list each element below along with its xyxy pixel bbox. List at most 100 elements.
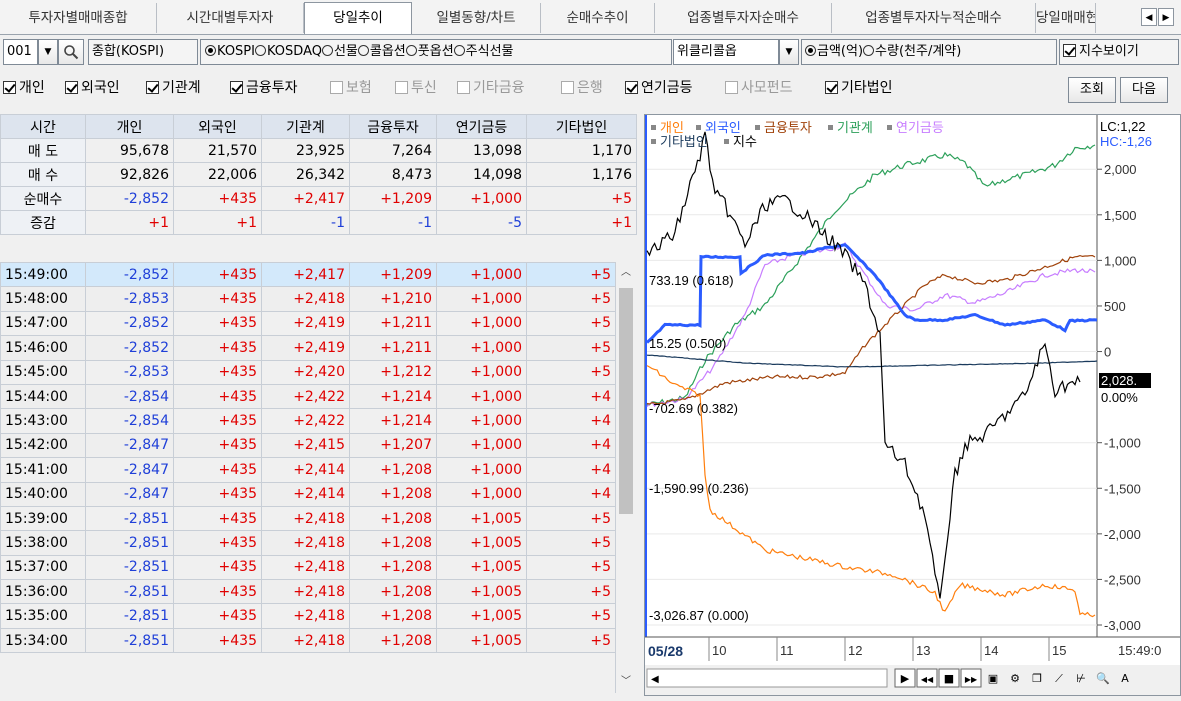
filter-label: 기타법인: [841, 80, 893, 96]
summary-header-cell: 기관계: [261, 114, 350, 139]
tab-2[interactable]: 시간대별투자자: [157, 3, 304, 33]
filter-1[interactable]: 개인: [3, 77, 45, 99]
trend-chart[interactable]: 2,000 1,500 1,000 500 0 -1,000 -1,500 -2,000 -2,…: [644, 114, 1181, 696]
checkbox-icon: [457, 81, 470, 94]
summary-cell: +1,000: [436, 186, 527, 211]
tab-label: 업종별투자자순매수: [687, 10, 799, 26]
weekly-call-dropdown[interactable]: ▼: [779, 39, 799, 65]
value-cell: +1,208: [349, 481, 437, 507]
market-radio-label: 콜옵션: [369, 44, 406, 59]
code-input[interactable]: 001: [3, 39, 38, 65]
table-row[interactable]: 15:39:00 -2,851 +435 +2,418 +1,208 +1,005 +5: [0, 505, 616, 532]
table-row[interactable]: 15:35:00 -2,851 +435 +2,418 +1,208 +1,005 +5: [0, 603, 616, 629]
y-tick-label: 1,500: [1104, 208, 1137, 223]
market-radio-0[interactable]: KOSPI: [205, 44, 255, 59]
table-row[interactable]: 15:42:00 -2,847 +435 +2,415 +1,207 +1,000 +4: [0, 432, 616, 459]
table-row[interactable]: 15:47:00 -2,852 +435 +2,419 +1,211 +1,000 +5: [0, 310, 616, 337]
y-tick-label: 500: [1104, 299, 1126, 314]
query-button[interactable]: 조회: [1068, 77, 1116, 103]
checkbox-icon: [1063, 44, 1076, 57]
filter-6[interactable]: 투신: [395, 77, 437, 99]
tab-1[interactable]: 투자자별매매종합: [0, 3, 157, 33]
value-cell: +2,419: [261, 310, 350, 337]
market-radio-5[interactable]: 주식선물: [453, 44, 514, 59]
filter-2[interactable]: 외국인: [65, 77, 120, 99]
value-cell: -2,854: [85, 383, 174, 410]
table-row[interactable]: 15:41:00 -2,847 +435 +2,414 +1,208 +1,000 +4: [0, 457, 616, 483]
filter-11[interactable]: 기타법인: [825, 77, 893, 99]
value-cell: -2,851: [85, 579, 174, 605]
table-row[interactable]: 15:49:00 -2,852 +435 +2,417 +1,209 +1,000 +5: [0, 261, 616, 288]
value-cell: +5: [526, 261, 616, 288]
tab-5[interactable]: 순매수추이: [541, 3, 655, 33]
value-cell: +2,418: [261, 554, 350, 581]
filter-10[interactable]: 사모펀드: [725, 77, 793, 99]
scroll-thumb[interactable]: [619, 288, 633, 514]
value-cell: +2,415: [261, 432, 350, 459]
table-row[interactable]: 15:38:00 -2,851 +435 +2,418 +1,208 +1,005 +5: [0, 530, 616, 556]
tab-6[interactable]: 업종별투자자순매수: [655, 3, 832, 33]
time-cell: 15:46:00: [0, 335, 86, 361]
scroll-up-arrow[interactable]: ︿: [616, 264, 636, 282]
value-cell: +4: [526, 481, 616, 507]
checkbox-icon: [3, 81, 16, 94]
table-row[interactable]: 15:40:00 -2,847 +435 +2,414 +1,208 +1,000 +4: [0, 481, 616, 507]
tab-3[interactable]: 당일추이: [304, 2, 412, 34]
weekly-call-select[interactable]: 위클리콜옵: [673, 39, 779, 65]
market-radio-4[interactable]: 풋옵션: [405, 44, 454, 59]
market-radio-2[interactable]: 선물: [321, 44, 358, 59]
table-row[interactable]: 15:37:00 -2,851 +435 +2,418 +1,208 +1,005 +5: [0, 554, 616, 581]
table-row[interactable]: 15:48:00 -2,853 +435 +2,418 +1,210 +1,000 +5: [0, 286, 616, 312]
next-button[interactable]: 다음: [1120, 77, 1168, 103]
time-cell: 15:40:00: [0, 481, 86, 507]
value-cell: +1,000: [436, 457, 527, 483]
value-cell: -2,853: [85, 286, 174, 312]
tab-scroll-left[interactable]: ◀: [1141, 8, 1157, 26]
table-scrollbar[interactable]: ︿ ﹀: [615, 262, 636, 693]
checkbox-icon: [330, 81, 343, 94]
summary-cell: +1: [526, 210, 637, 235]
value-cell: +1,208: [349, 554, 437, 581]
filter-4[interactable]: 금융투자: [230, 77, 298, 99]
radio-icon: [205, 45, 216, 56]
tab-label: 순매수추이: [566, 10, 629, 26]
scroll-down-arrow[interactable]: ﹀: [616, 673, 636, 691]
table-row[interactable]: 15:44:00 -2,854 +435 +2,422 +1,214 +1,000 +4: [0, 383, 616, 410]
market-name: 종합(KOSPI): [92, 44, 165, 59]
filter-7[interactable]: 기타금융: [457, 77, 525, 99]
table-row[interactable]: 15:43:00 -2,854 +435 +2,422 +1,214 +1,000 +4: [0, 408, 616, 434]
tab-7[interactable]: 업종별투자자누적순매수: [832, 3, 1036, 33]
value-cell: +1,000: [436, 408, 527, 434]
filter-label: 금융투자: [246, 80, 298, 96]
table-row[interactable]: 15:36:00 -2,851 +435 +2,418 +1,208 +1,005 +5: [0, 579, 616, 605]
tab-8[interactable]: 당일매매현: [1036, 3, 1096, 33]
market-radio-1[interactable]: KOSDAQ: [254, 44, 322, 59]
code-dropdown-button[interactable]: ▼: [38, 39, 58, 65]
filter-8[interactable]: 은행: [561, 77, 603, 99]
filter-5[interactable]: 보험: [330, 77, 372, 99]
search-button[interactable]: [58, 39, 84, 65]
market-radio-3[interactable]: 콜옵션: [357, 44, 406, 59]
filter-3[interactable]: 기관계: [146, 77, 201, 99]
value-cell: +435: [173, 505, 262, 532]
tab-4[interactable]: 일별동향/차트: [412, 3, 541, 33]
search-icon: [64, 45, 79, 60]
summary-cell: +1: [85, 210, 174, 235]
unit-radio-1[interactable]: 수량(천주/계약): [863, 44, 961, 59]
show-index-checkbox[interactable]: 지수보이기: [1059, 39, 1179, 65]
filter-9[interactable]: 연기금등: [625, 77, 693, 99]
filter-label: 사모펀드: [741, 80, 793, 96]
table-row[interactable]: 15:34:00 -2,851 +435 +2,418 +1,208 +1,005 +5: [0, 627, 616, 654]
value-cell: +1,211: [349, 310, 437, 337]
unit-radio-0[interactable]: 금액(억): [805, 44, 863, 59]
tab-scroll-right[interactable]: ▶: [1158, 8, 1174, 26]
line-icon: ⟋: [1055, 672, 1063, 685]
zoom-icon: 🔍: [1096, 671, 1110, 685]
value-cell: -2,853: [85, 359, 174, 385]
hscroll-left-arrow[interactable]: ◀: [651, 674, 659, 685]
table-row[interactable]: 15:45:00 -2,853 +435 +2,420 +1,212 +1,000 +5: [0, 359, 616, 385]
chart-hscroll[interactable]: [646, 668, 888, 688]
summary-cell: -1: [261, 210, 350, 235]
market-radio-label: KOSDAQ: [266, 44, 322, 59]
table-row[interactable]: 15:46:00 -2,852 +435 +2,419 +1,211 +1,000 +5: [0, 335, 616, 361]
